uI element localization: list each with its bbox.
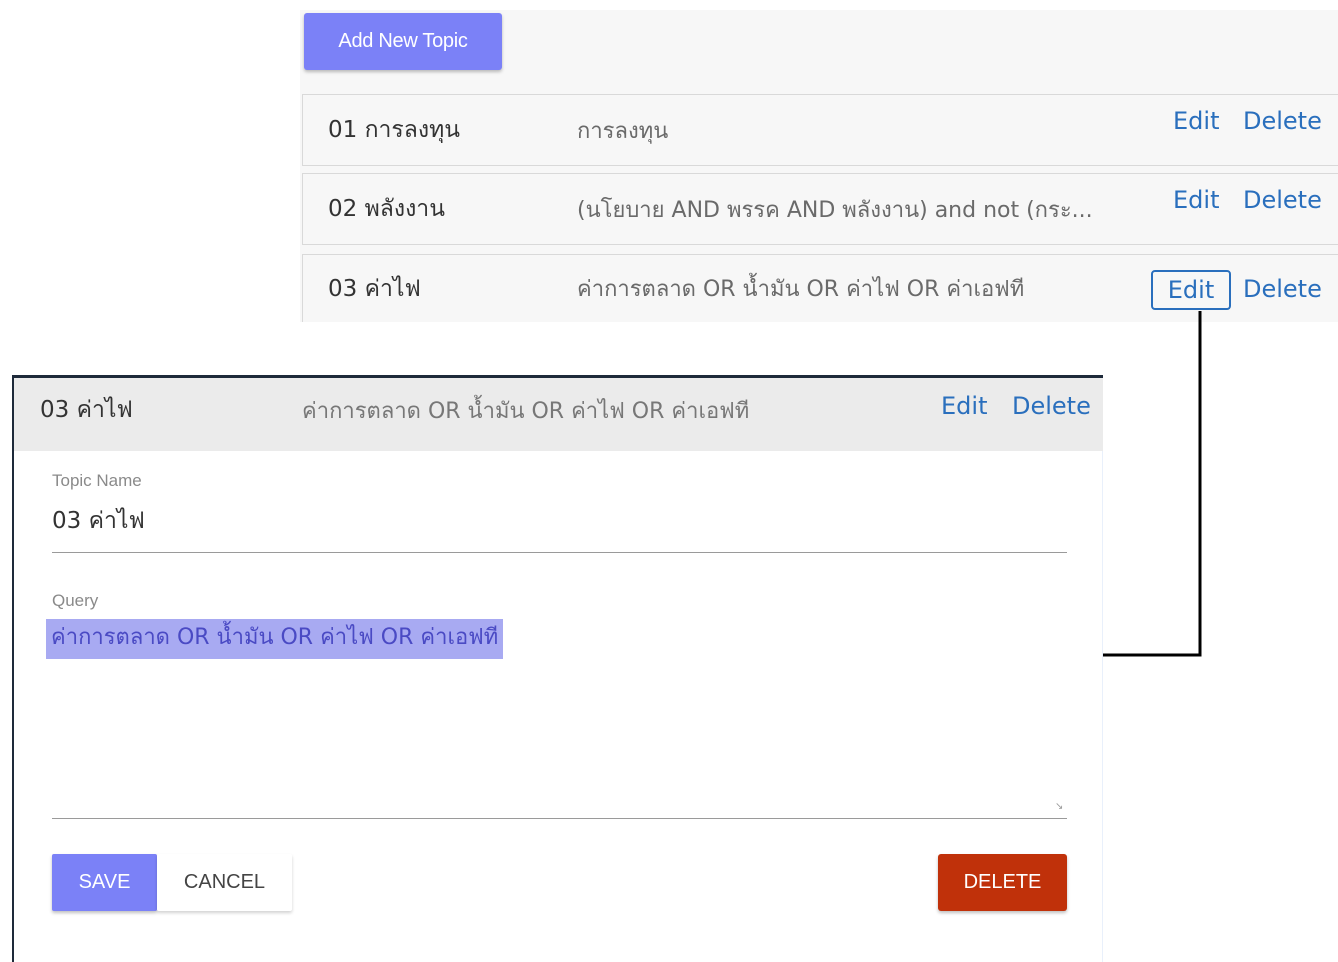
edit-link[interactable]: Edit (1173, 186, 1219, 214)
query-label: Query (52, 591, 99, 610)
topic-row-name: 02 พลังงาน (328, 196, 445, 222)
add-new-topic-button[interactable]: Add New Topic (304, 13, 502, 70)
edit-link[interactable]: Edit (1173, 107, 1219, 135)
topic-list-panel: Add New Topic 01 การลงทุน การลงทุน Edit … (300, 10, 1338, 322)
edit-form: Topic Name 03 ค่าไฟ Query ค่าการตลาด OR … (14, 451, 1103, 962)
topic-name-input[interactable]: 03 ค่าไฟ (52, 503, 1067, 553)
header-edit-link[interactable]: Edit (941, 392, 987, 420)
save-button[interactable]: SAVE (52, 854, 157, 911)
topic-row: 02 พลังงาน (นโยบาย AND พรรค AND พลังงาน)… (302, 173, 1338, 245)
topic-row-query: (นโยบาย AND พรรค AND พลังงาน) and not (ก… (577, 197, 1093, 223)
edit-panel-header: 03 ค่าไฟ ค่าการตลาด OR น้ำมัน OR ค่าไฟ O… (14, 378, 1103, 451)
delete-link[interactable]: Delete (1243, 186, 1322, 214)
topic-row: 01 การลงทุน การลงทุน Edit Delete (302, 94, 1338, 166)
delete-button[interactable]: DELETE (938, 854, 1067, 911)
query-textarea[interactable]: ค่าการตลาด OR น้ำมัน OR ค่าไฟ OR ค่าเอฟท… (46, 619, 1067, 819)
topic-row-name: 01 การลงทุน (328, 117, 460, 143)
header-topic-query: ค่าการตลาด OR น้ำมัน OR ค่าไฟ OR ค่าเอฟท… (302, 398, 750, 424)
edit-topic-panel: 03 ค่าไฟ ค่าการตลาด OR น้ำมัน OR ค่าไฟ O… (12, 375, 1103, 962)
header-delete-link[interactable]: Delete (1012, 392, 1091, 420)
resize-handle-icon[interactable]: ↘ (1055, 802, 1065, 812)
topic-row: 03 ค่าไฟ ค่าการตลาด OR น้ำมัน OR ค่าไฟ O… (302, 254, 1338, 322)
query-selected-text[interactable]: ค่าการตลาด OR น้ำมัน OR ค่าไฟ OR ค่าเอฟท… (46, 619, 504, 659)
edit-link-highlighted[interactable]: Edit (1151, 270, 1231, 310)
header-topic-name: 03 ค่าไฟ (40, 397, 133, 423)
topic-name-label: Topic Name (52, 471, 142, 490)
topic-row-name: 03 ค่าไฟ (328, 275, 421, 302)
delete-link[interactable]: Delete (1243, 275, 1322, 303)
cancel-button[interactable]: CANCEL (157, 854, 292, 911)
topic-row-query: การลงทุน (577, 118, 669, 144)
topic-row-query: ค่าการตลาด OR น้ำมัน OR ค่าไฟ OR ค่าเอฟท… (577, 277, 1025, 302)
delete-link[interactable]: Delete (1243, 107, 1322, 135)
